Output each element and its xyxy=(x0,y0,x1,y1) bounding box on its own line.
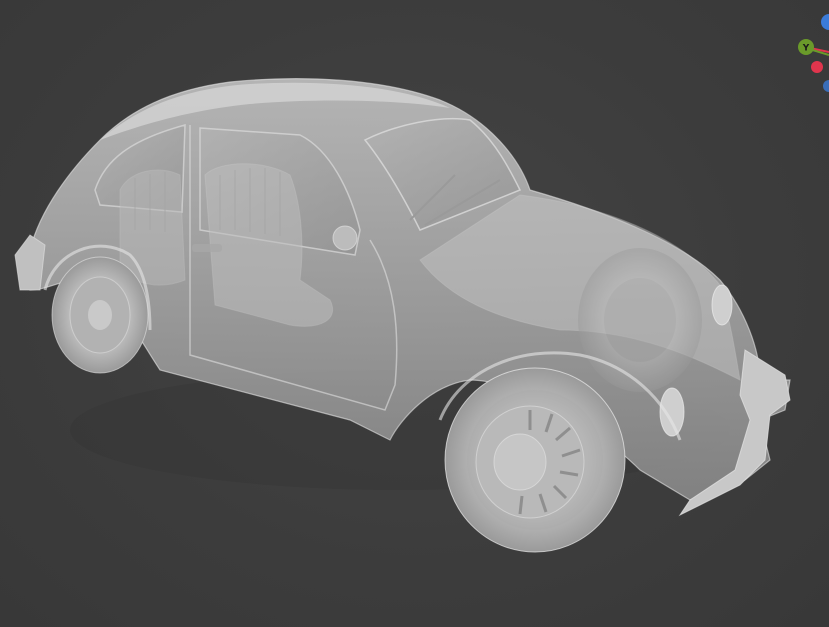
headlight-left xyxy=(659,387,685,437)
far-front-wheel xyxy=(578,248,702,392)
side-mirror xyxy=(332,225,358,251)
gizmo-y-label: Y xyxy=(802,44,810,54)
car-model[interactable] xyxy=(0,0,829,627)
front-wheel xyxy=(444,367,626,553)
rear-seat xyxy=(119,169,186,286)
gizmo-z-axis-handle[interactable] xyxy=(821,14,829,30)
gizmo-x-axis-handle[interactable] xyxy=(811,61,823,73)
door-handle xyxy=(192,244,222,252)
gizmo-z-neg-handle[interactable] xyxy=(823,80,829,92)
rear-wheel xyxy=(51,256,149,374)
orientation-gizmo[interactable]: Y xyxy=(780,0,829,110)
rear-bumper xyxy=(14,234,46,291)
headlight-right xyxy=(711,284,733,326)
3d-viewport[interactable]: Y xyxy=(0,0,829,627)
